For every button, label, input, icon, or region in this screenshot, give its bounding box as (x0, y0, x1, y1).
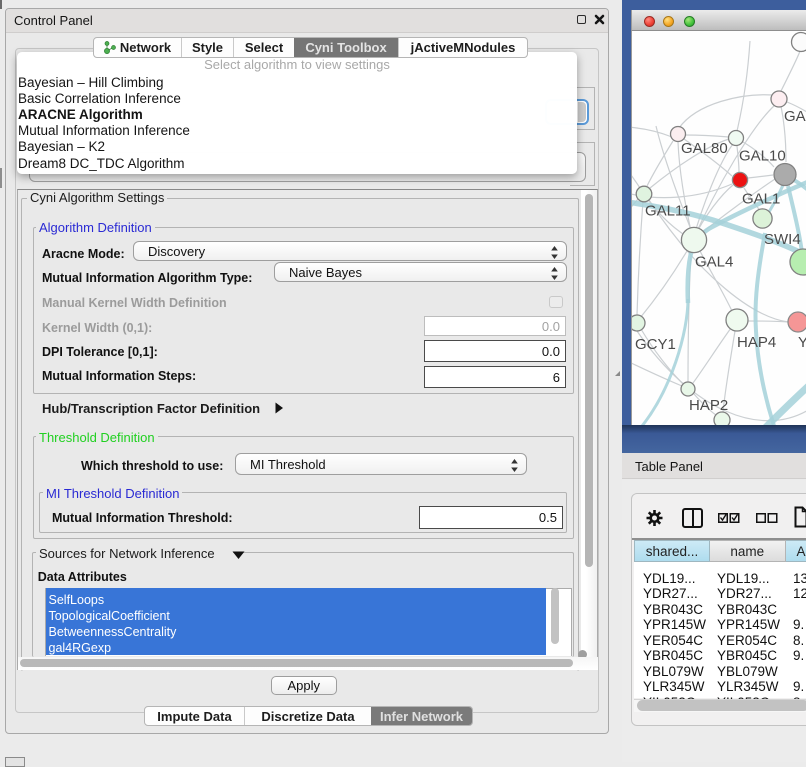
svg-text:HAP2: HAP2 (689, 397, 728, 414)
svg-text:GAL: GAL (784, 108, 806, 125)
svg-text:GAL10: GAL10 (739, 148, 786, 165)
svg-text:GAL1: GAL1 (742, 191, 780, 208)
svg-text:Y: Y (798, 334, 806, 351)
svg-text:HAP4: HAP4 (737, 334, 776, 351)
svg-text:GAL80: GAL80 (681, 140, 728, 157)
svg-text:GCY1: GCY1 (635, 336, 676, 353)
svg-text:GAL4: GAL4 (695, 254, 733, 271)
svg-text:GAL11: GAL11 (645, 203, 691, 220)
svg-text:SWI4: SWI4 (764, 231, 801, 248)
